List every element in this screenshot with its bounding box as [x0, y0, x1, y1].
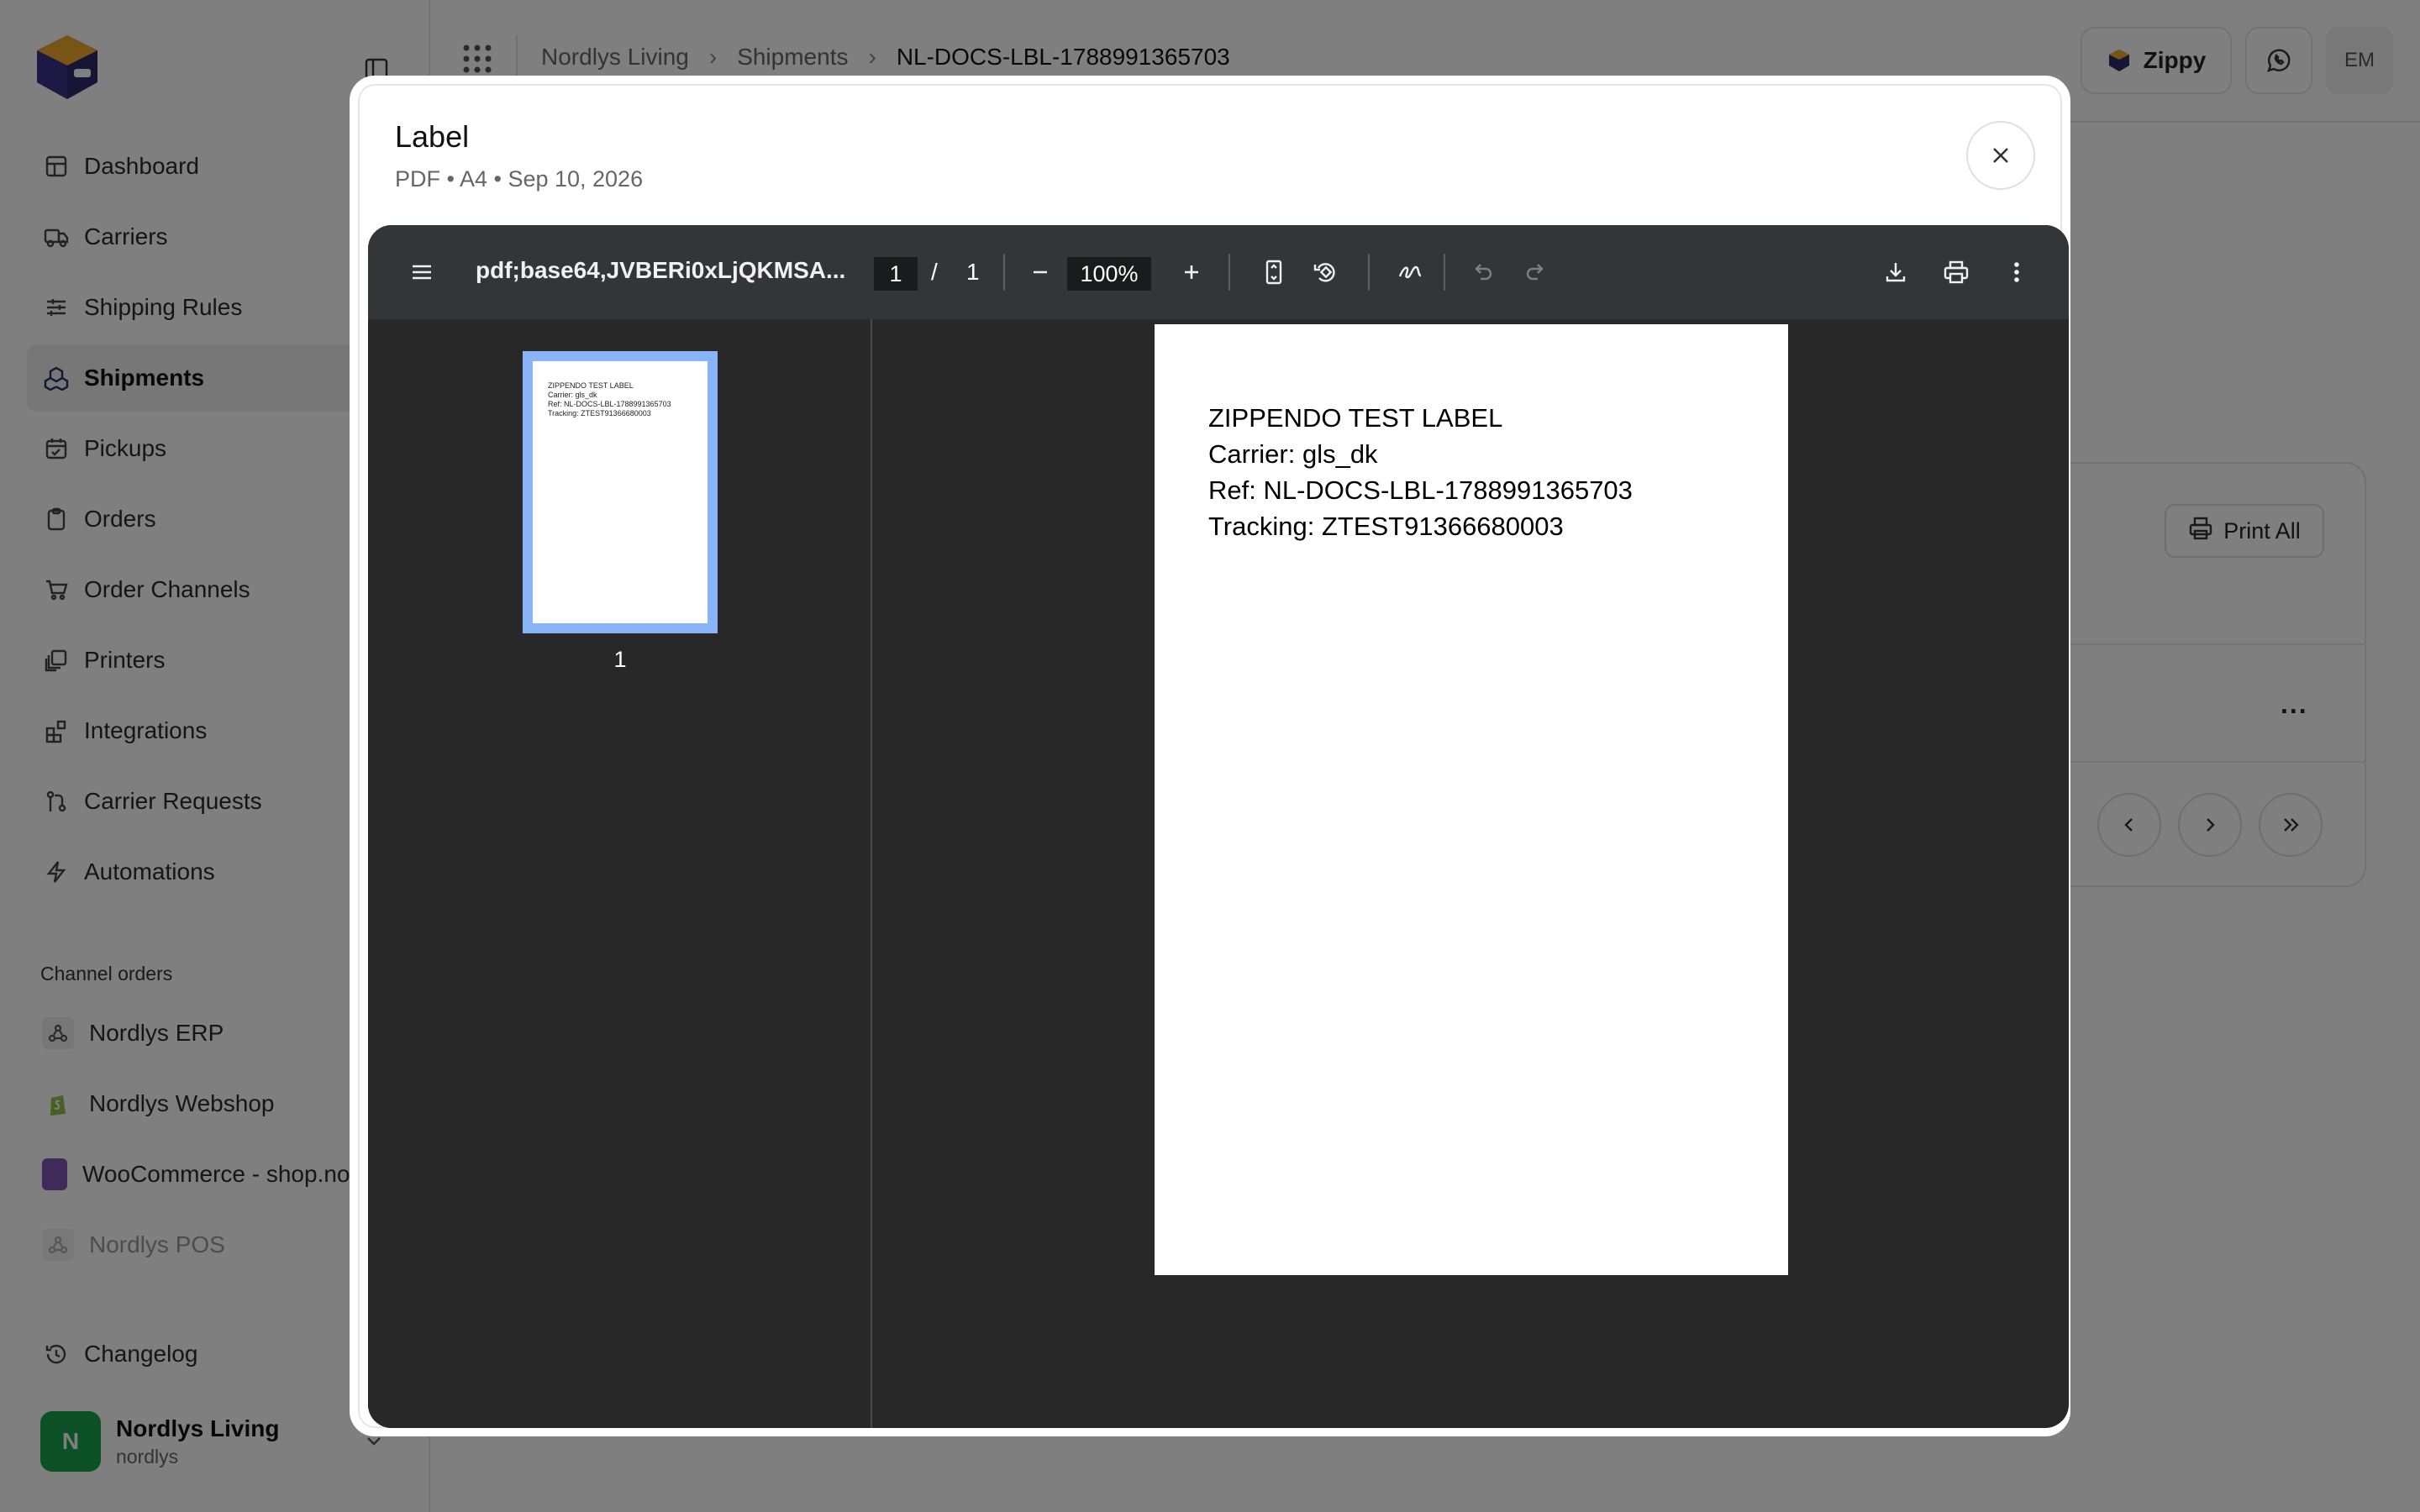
divider — [1003, 254, 1005, 291]
label-tracking: Tracking: ZTEST91366680003 — [1208, 512, 1564, 541]
zoom-input[interactable]: 100% — [1067, 257, 1151, 291]
divider — [1228, 254, 1230, 291]
thumbnail-text-line: Tracking: ZTEST91366680003 — [548, 409, 651, 417]
draw-icon[interactable] — [1395, 255, 1428, 289]
pdf-file-title: pdf;base64,JVBERi0xLjQKMSA... — [476, 257, 846, 283]
print-icon[interactable] — [1939, 255, 1973, 289]
divider — [1368, 254, 1370, 291]
rotate-icon[interactable] — [1309, 255, 1343, 289]
page-number-input[interactable]: 1 — [874, 257, 918, 291]
menu-icon[interactable] — [405, 255, 439, 289]
modal-title: Label — [395, 119, 470, 154]
label-reference: Ref: NL-DOCS-LBL-1788991365703 — [1208, 475, 1633, 505]
thumbnail-text-line: Carrier: gls_dk — [548, 391, 597, 399]
label-heading: ZIPPENDO TEST LABEL — [1208, 403, 1503, 433]
zoom-out-icon[interactable] — [1023, 255, 1057, 289]
divider — [1444, 254, 1445, 291]
thumbnail-text-line: ZIPPENDO TEST LABEL — [548, 381, 634, 390]
thumbnail-text-line: Ref: NL-DOCS-LBL-1788991365703 — [548, 400, 671, 408]
thumbnail-page: ZIPPENDO TEST LABEL Carrier: gls_dk Ref:… — [533, 361, 708, 623]
undo-icon[interactable] — [1465, 255, 1499, 289]
pdf-viewer: pdf;base64,JVBERi0xLjQKMSA... 1 / 1 100% — [368, 225, 2069, 1428]
thumbnail-page-number: 1 — [613, 647, 627, 672]
close-icon[interactable] — [1966, 121, 2035, 190]
page-total: 1 — [966, 259, 980, 285]
label-carrier: Carrier: gls_dk — [1208, 439, 1378, 469]
thumbnail-sidebar: ZIPPENDO TEST LABEL Carrier: gls_dk Ref:… — [368, 319, 872, 1428]
page-separator: / — [931, 259, 938, 285]
redo-icon[interactable] — [1519, 255, 1553, 289]
more-options-icon[interactable] — [2000, 255, 2033, 289]
pdf-toolbar: pdf;base64,JVBERi0xLjQKMSA... 1 / 1 100% — [368, 225, 2069, 319]
download-icon[interactable] — [1879, 255, 1912, 289]
label-preview-modal: Label PDF • A4 • Sep 10, 2026 pdf;base64… — [350, 76, 2070, 1436]
pdf-page: ZIPPENDO TEST LABEL Carrier: gls_dk Ref:… — [1155, 324, 1788, 1275]
zoom-in-icon[interactable] — [1175, 255, 1208, 289]
page-thumbnail[interactable]: ZIPPENDO TEST LABEL Carrier: gls_dk Ref:… — [523, 351, 718, 633]
fit-page-icon[interactable] — [1257, 255, 1291, 289]
modal-subtitle: PDF • A4 • Sep 10, 2026 — [395, 166, 644, 192]
